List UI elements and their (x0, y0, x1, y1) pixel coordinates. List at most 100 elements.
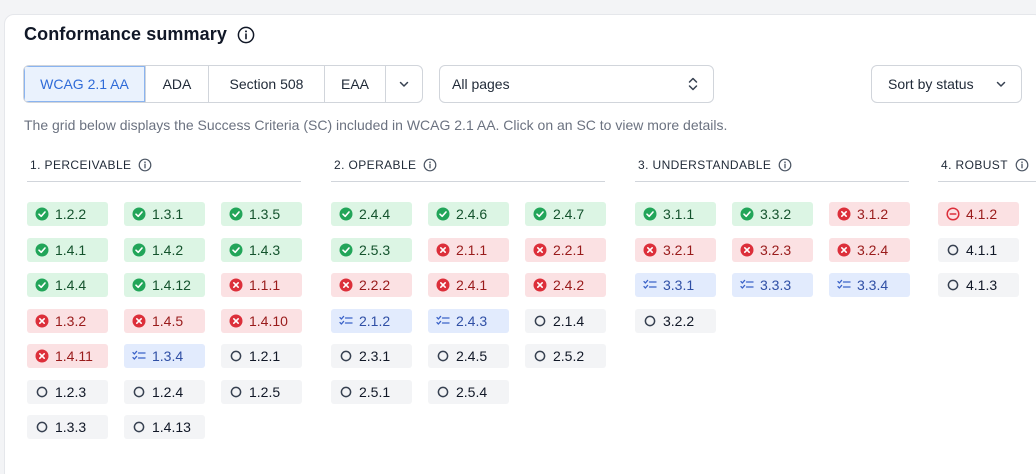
more-standards-button[interactable] (386, 66, 422, 102)
empty-circle-icon (230, 350, 242, 362)
criterion-chip-3-2-2[interactable]: 3.2.2 (635, 308, 716, 333)
criterion-id: 2.1.2 (359, 312, 391, 329)
x-circle-icon (533, 243, 547, 256)
criterion-chip-1-4-4[interactable]: 1.4.4 (27, 273, 108, 297)
criterion-chip-1-3-5[interactable]: 1.3.5 (221, 202, 302, 226)
criterion-id: 1.4.10 (249, 312, 288, 329)
criterion-chip-4-1-1[interactable]: 4.1.1 (938, 237, 1019, 262)
criterion-chip-1-4-3[interactable]: 1.4.3 (221, 237, 302, 262)
criterion-chip-1-4-12[interactable]: 1.4.12 (124, 273, 205, 297)
criterion-chip-3-3-3[interactable]: 3.3.3 (732, 273, 813, 297)
criterion-chip-2-5-1[interactable]: 2.5.1 (331, 379, 412, 404)
group-heading-label: 2. OPERABLE (334, 158, 417, 172)
check-circle-icon (35, 243, 49, 256)
criterion-id: 3.1.1 (663, 206, 695, 222)
criterion-id: 3.2.3 (760, 241, 792, 258)
criterion-id: 1.3.3 (55, 419, 87, 435)
info-icon[interactable] (423, 158, 437, 172)
criterion-chip-2-5-2[interactable]: 2.5.2 (525, 344, 606, 368)
criterion-id: 2.4.2 (553, 277, 585, 293)
criterion-chip-3-1-1[interactable]: 3.1.1 (635, 202, 716, 226)
check-circle-icon (740, 207, 754, 221)
criterion-chip-2-3-1[interactable]: 2.3.1 (331, 344, 412, 368)
check-circle-icon (533, 207, 547, 221)
criterion-chip-2-4-7[interactable]: 2.4.7 (525, 202, 606, 226)
pages-select[interactable]: All pages (439, 65, 714, 103)
group-heading-label: 4. ROBUST (941, 158, 1008, 172)
criterion-chip-2-4-6[interactable]: 2.4.6 (428, 202, 509, 226)
criterion-id: 1.3.1 (152, 206, 184, 222)
info-icon[interactable] (1015, 158, 1029, 172)
tab-wcag-21-aa[interactable]: WCAG 2.1 AA (24, 66, 146, 102)
criterion-id: 1.4.5 (152, 312, 184, 329)
check-circle-icon (132, 278, 146, 292)
criterion-id: 1.2.3 (55, 383, 87, 400)
pages-select-value: All pages (452, 76, 510, 92)
criterion-chip-2-1-1[interactable]: 2.1.1 (428, 237, 509, 262)
tab-section-508[interactable]: Section 508 (209, 66, 325, 102)
check-circle-icon (35, 207, 49, 221)
criterion-chip-2-4-3[interactable]: 2.4.3 (428, 308, 509, 333)
criterion-chip-4-1-2[interactable]: 4.1.2 (938, 202, 1019, 226)
check-circle-icon (132, 207, 146, 221)
info-icon[interactable] (138, 158, 152, 172)
criterion-chip-1-1-1[interactable]: 1.1.1 (221, 273, 302, 297)
criterion-chip-2-4-4[interactable]: 2.4.4 (331, 202, 412, 226)
criterion-chip-3-3-4[interactable]: 3.3.4 (829, 273, 910, 297)
criterion-chip-1-3-1[interactable]: 1.3.1 (124, 202, 205, 226)
criterion-chip-2-4-2[interactable]: 2.4.2 (525, 273, 606, 297)
criterion-id: 2.1.1 (456, 241, 488, 258)
sort-select[interactable]: Sort by status (871, 65, 1022, 103)
criterion-chip-1-2-3[interactable]: 1.2.3 (27, 379, 108, 404)
criterion-chip-1-4-10[interactable]: 1.4.10 (221, 308, 302, 333)
criterion-id: 1.4.1 (55, 241, 87, 258)
info-icon[interactable] (237, 26, 255, 44)
chevron-down-icon (996, 81, 1006, 87)
criterion-chip-1-4-11[interactable]: 1.4.11 (27, 344, 108, 368)
criterion-chip-4-1-3[interactable]: 4.1.3 (938, 273, 1019, 297)
criterion-chip-2-4-5[interactable]: 2.4.5 (428, 344, 509, 368)
criterion-chip-2-5-4[interactable]: 2.5.4 (428, 379, 509, 404)
x-circle-icon (837, 243, 851, 256)
criterion-chip-1-2-4[interactable]: 1.2.4 (124, 379, 205, 404)
criterion-chip-3-3-2[interactable]: 3.3.2 (732, 202, 813, 226)
info-icon[interactable] (778, 158, 792, 172)
criterion-chip-1-2-2[interactable]: 1.2.2 (27, 202, 108, 226)
criterion-chip-1-2-5[interactable]: 1.2.5 (221, 379, 302, 404)
criterion-id: 4.1.3 (966, 277, 998, 293)
criterion-chip-3-2-4[interactable]: 3.2.4 (829, 237, 910, 262)
check-circle-icon (132, 243, 146, 256)
criterion-chip-3-3-1[interactable]: 3.3.1 (635, 273, 716, 297)
criterion-chip-3-2-1[interactable]: 3.2.1 (635, 237, 716, 262)
x-circle-icon (339, 278, 353, 292)
criterion-chip-1-4-13[interactable]: 1.4.13 (124, 415, 205, 439)
criterion-chip-2-2-1[interactable]: 2.2.1 (525, 237, 606, 262)
criterion-id: 2.1.4 (553, 312, 585, 329)
criterion-id: 1.4.11 (55, 348, 93, 364)
criterion-chip-1-3-3[interactable]: 1.3.3 (27, 415, 108, 439)
empty-circle-icon (437, 350, 449, 362)
criterion-chip-2-2-2[interactable]: 2.2.2 (331, 273, 412, 297)
criterion-chip-2-4-1[interactable]: 2.4.1 (428, 273, 509, 297)
criterion-chip-1-4-1[interactable]: 1.4.1 (27, 237, 108, 262)
criterion-chip-2-1-4[interactable]: 2.1.4 (525, 308, 606, 333)
criterion-chip-2-5-3[interactable]: 2.5.3 (331, 237, 412, 262)
group-heading-label: 1. PERCEIVABLE (30, 158, 132, 172)
group-heading: 2. OPERABLE (331, 157, 605, 182)
criterion-id: 1.2.2 (55, 206, 87, 222)
criterion-chip-1-3-2[interactable]: 1.3.2 (27, 308, 108, 333)
criterion-id: 4.1.2 (966, 206, 998, 222)
tab-eaa[interactable]: EAA (325, 66, 386, 102)
x-circle-icon (229, 278, 243, 292)
criterion-chip-1-4-2[interactable]: 1.4.2 (124, 237, 205, 262)
criterion-chip-1-4-5[interactable]: 1.4.5 (124, 308, 205, 333)
tab-ada[interactable]: ADA (146, 66, 209, 102)
criterion-chip-1-2-1[interactable]: 1.2.1 (221, 344, 302, 368)
criterion-chip-2-1-2[interactable]: 2.1.2 (331, 308, 412, 333)
checklist-icon (436, 315, 450, 325)
criterion-chip-3-2-3[interactable]: 3.2.3 (732, 237, 813, 262)
group-robust: 4. ROBUST 4.1.2 4.1.1 4.1.3 (938, 157, 1036, 297)
criterion-chip-1-3-4[interactable]: 1.3.4 (124, 344, 205, 368)
x-circle-icon (740, 243, 754, 256)
criterion-chip-3-1-2[interactable]: 3.1.2 (829, 202, 910, 226)
